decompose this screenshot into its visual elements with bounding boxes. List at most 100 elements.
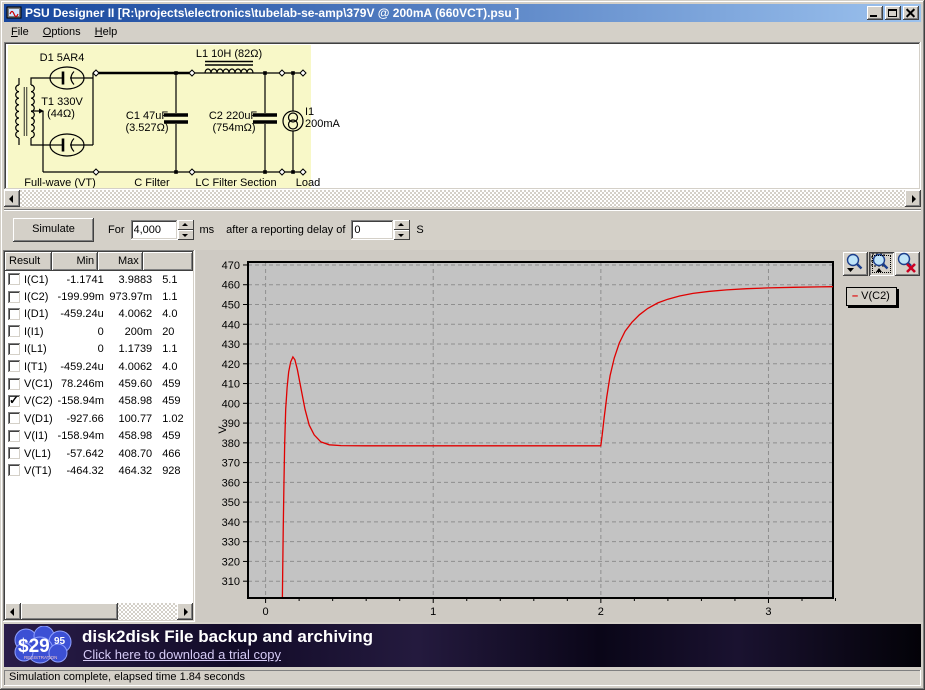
- status-text: Simulation complete, elapsed time 1.84 s…: [9, 671, 245, 683]
- ad-download-link[interactable]: Click here to download a trial copy: [83, 647, 281, 662]
- results-header-min[interactable]: Min: [52, 252, 98, 271]
- result-max: 458.98: [108, 430, 156, 442]
- status-bar: Simulation complete, elapsed time 1.84 s…: [4, 670, 921, 686]
- results-scroll-left-button[interactable]: [5, 603, 21, 620]
- y-tick-label: 370: [222, 458, 240, 470]
- results-hscrollbar: [5, 603, 193, 620]
- results-scroll-track[interactable]: [21, 603, 177, 620]
- y-tick-label: 420: [222, 359, 240, 371]
- delay-up-button[interactable]: [394, 220, 410, 230]
- zoom-area-button[interactable]: [869, 252, 894, 276]
- delay-down-button[interactable]: [394, 230, 410, 240]
- results-header-max[interactable]: Max: [98, 252, 143, 271]
- result-checkbox[interactable]: [8, 308, 21, 321]
- result-max: 973.97m: [108, 291, 156, 303]
- delay-label: after a reporting delay of: [226, 224, 345, 236]
- for-label: For: [108, 224, 125, 236]
- x-tick-label: 1: [430, 606, 436, 618]
- results-scroll-right-button[interactable]: [177, 603, 193, 620]
- menu-file[interactable]: File: [4, 24, 36, 40]
- zoom-reset-button[interactable]: [895, 252, 920, 276]
- title-bar: PSU Designer II [R:\projects\electronics…: [4, 4, 921, 22]
- result-checkbox[interactable]: [8, 447, 21, 460]
- result-checkbox[interactable]: [8, 378, 21, 391]
- ad-logo[interactable]: $29 95 REGISTRATION: [10, 626, 78, 665]
- minimize-button[interactable]: [867, 6, 883, 20]
- results-header: ResultMinMax: [5, 252, 193, 271]
- t1-label-1: T1 330V: [41, 96, 83, 108]
- result-checkbox[interactable]: [8, 360, 21, 373]
- results-header-extra[interactable]: [143, 252, 193, 271]
- table-row: V(C1)78.246m459.60459: [5, 375, 193, 392]
- result-max: 458.98: [108, 395, 156, 407]
- result-checkbox[interactable]: [8, 464, 21, 477]
- duration-input[interactable]: [131, 220, 178, 240]
- menu-options[interactable]: Options: [36, 24, 88, 40]
- schematic-scroll-track[interactable]: [20, 190, 905, 207]
- ad-banner[interactable]: $29 95 REGISTRATION disk2disk File backu…: [4, 624, 921, 667]
- simulate-button[interactable]: Simulate: [13, 218, 94, 242]
- result-checkbox[interactable]: [8, 291, 21, 304]
- result-pkpk: 928: [156, 465, 193, 477]
- results-rows: I(C1)-1.17413.98835.1I(C2)-199.99m973.97…: [5, 271, 193, 604]
- result-name: V(D1): [21, 413, 58, 425]
- results-scroll-thumb[interactable]: [21, 603, 118, 620]
- chart-area: 3103203303403503603703803904004104204304…: [196, 250, 923, 622]
- section-label-lcfilter: LC Filter Section: [195, 177, 276, 188]
- table-row: V(L1)-57.642408.70466: [5, 445, 193, 462]
- duration-up-button[interactable]: [178, 220, 194, 230]
- table-row: V(D1)-927.66100.771.02: [5, 410, 193, 427]
- legend-series-marker: –: [852, 290, 858, 302]
- ms-label: ms: [200, 224, 215, 236]
- result-checkbox[interactable]: [8, 325, 21, 338]
- table-row: I(T1)-459.24u4.00624.0: [5, 358, 193, 375]
- result-pkpk: 20: [156, 326, 193, 338]
- plot-background[interactable]: [248, 262, 833, 598]
- duration-spinbox: [131, 220, 194, 240]
- l1-label: L1 10H (82Ω): [196, 48, 262, 60]
- legend-series-label: V(C2): [861, 290, 890, 302]
- result-checkbox[interactable]: [8, 273, 21, 286]
- y-tick-label: 410: [222, 379, 240, 391]
- duration-down-button[interactable]: [178, 230, 194, 240]
- maximize-button[interactable]: [885, 6, 901, 20]
- y-tick-label: 380: [222, 438, 240, 450]
- result-min: 0: [58, 343, 108, 355]
- result-checkbox[interactable]: [8, 412, 21, 425]
- result-name: I(C2): [21, 291, 58, 303]
- y-tick-label: 460: [222, 280, 240, 292]
- zoom-reset-icon: [895, 252, 918, 274]
- result-pkpk: 4.0: [156, 361, 193, 373]
- seconds-label: S: [416, 224, 423, 236]
- x-tick-label: 3: [765, 606, 771, 618]
- result-min: -158.94m: [58, 395, 108, 407]
- result-max: 100.77: [108, 413, 156, 425]
- result-checkbox[interactable]: [8, 430, 21, 443]
- zoom-in-button[interactable]: [843, 252, 868, 276]
- maximize-icon: [888, 9, 897, 17]
- delay-input[interactable]: [351, 220, 394, 240]
- section-label-cfilter: C Filter: [134, 177, 170, 188]
- result-pkpk: 1.1: [156, 291, 193, 303]
- scroll-right-button[interactable]: [905, 190, 921, 207]
- result-checkbox[interactable]: ✓: [8, 395, 21, 408]
- result-min: -158.94m: [58, 430, 108, 442]
- result-pkpk: 459: [156, 395, 193, 407]
- y-tick-label: 360: [222, 477, 240, 489]
- menu-help[interactable]: Help: [88, 24, 125, 40]
- table-row: I(D1)-459.24u4.00624.0: [5, 306, 193, 323]
- scroll-right-icon: [912, 195, 916, 203]
- result-min: 78.246m: [58, 378, 108, 390]
- scroll-left-button[interactable]: [4, 190, 20, 207]
- result-max: 1.1739: [108, 343, 156, 355]
- result-checkbox[interactable]: [8, 343, 21, 356]
- result-min: 0: [58, 326, 108, 338]
- results-header-result[interactable]: Result: [5, 252, 52, 271]
- close-button[interactable]: [903, 6, 919, 20]
- section-label-rectifier: Full-wave (VT): [24, 177, 96, 188]
- table-row: ✓V(C2)-158.94m458.98459: [5, 393, 193, 410]
- c1-label-1: C1 47uF: [126, 110, 168, 122]
- ad-headline: disk2disk File backup and archiving: [82, 627, 373, 647]
- table-row: V(T1)-464.32464.32928: [5, 462, 193, 479]
- result-pkpk: 5.1: [156, 274, 193, 286]
